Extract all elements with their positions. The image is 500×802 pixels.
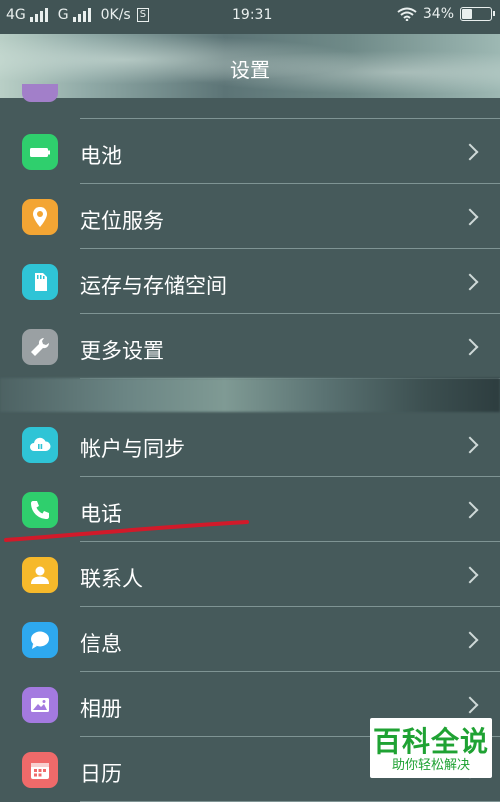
settings-item-b2[interactable]: 联系人 [0,543,500,607]
chevron-right-icon [461,566,479,584]
message-icon [22,622,58,658]
divider [80,118,500,119]
settings-item-label: 日历 [80,762,122,786]
watermark-subtitle: 助你轻松解决 [391,758,470,773]
location-pin-icon [22,199,58,235]
photo-album-icon [22,687,58,723]
chevron-right-icon [461,338,479,356]
contact-icon [22,557,58,593]
page-title: 设置 [230,58,270,82]
divider [80,313,500,314]
header: 设置 [0,34,500,98]
red-annotation-stroke [4,520,249,542]
status-left: 4G G 0K/s S [6,7,150,23]
battery-percent: 34% [422,6,454,22]
chevron-right-icon [461,143,479,161]
settings-item-label: 联系人 [80,567,143,591]
network-type-2: G [57,7,69,23]
chevron-right-icon [461,501,479,519]
watermark-logo: 百科全说 助你轻松解决 [370,718,492,778]
wifi-icon [397,7,417,21]
chevron-right-icon [461,436,479,454]
wrench-icon [22,329,58,365]
settings-item-a3[interactable]: 更多设置 [0,315,500,379]
settings-item-b3[interactable]: 信息 [0,608,500,672]
settings-item-a1[interactable]: 定位服务 [0,185,500,249]
status-right: 34% [397,6,495,22]
network-speed: 0K/s [100,7,131,23]
divider [80,671,500,672]
signal-strength-icon [29,8,48,22]
settings-item-a2[interactable]: 运存与存储空间 [0,250,500,314]
divider [80,476,500,477]
settings-item-b0[interactable]: 帐户与同步 [0,413,500,477]
sd-card-icon [22,264,58,300]
network-type-1: 4G [6,7,26,23]
divider [80,248,500,249]
chevron-right-icon [461,696,479,714]
settings-item-label: 定位服务 [80,209,164,233]
settings-item-label: 运存与存储空间 [80,274,227,298]
signal-strength-icon-2 [72,8,91,22]
s-badge-icon: S [136,8,150,22]
group-separator [0,378,500,412]
chevron-right-icon [461,208,479,226]
divider [80,183,500,184]
clock: 19:31 [232,7,273,23]
battery-icon [22,134,58,170]
status-bar: 4G G 0K/s S 19:31 34% [0,0,500,34]
settings-item-label: 更多设置 [80,339,164,363]
settings-item-a0[interactable]: 电池 [0,120,500,184]
battery-icon [460,7,495,21]
settings-item-label: 电池 [80,144,122,168]
settings-item-label: 帐户与同步 [80,437,185,461]
divider [80,606,500,607]
partial-item-icon [22,84,58,102]
settings-item-label: 相册 [80,697,122,721]
chevron-right-icon [461,273,479,291]
chevron-right-icon [461,631,479,649]
cloud-sync-icon [22,427,58,463]
settings-item-label: 信息 [80,632,122,656]
